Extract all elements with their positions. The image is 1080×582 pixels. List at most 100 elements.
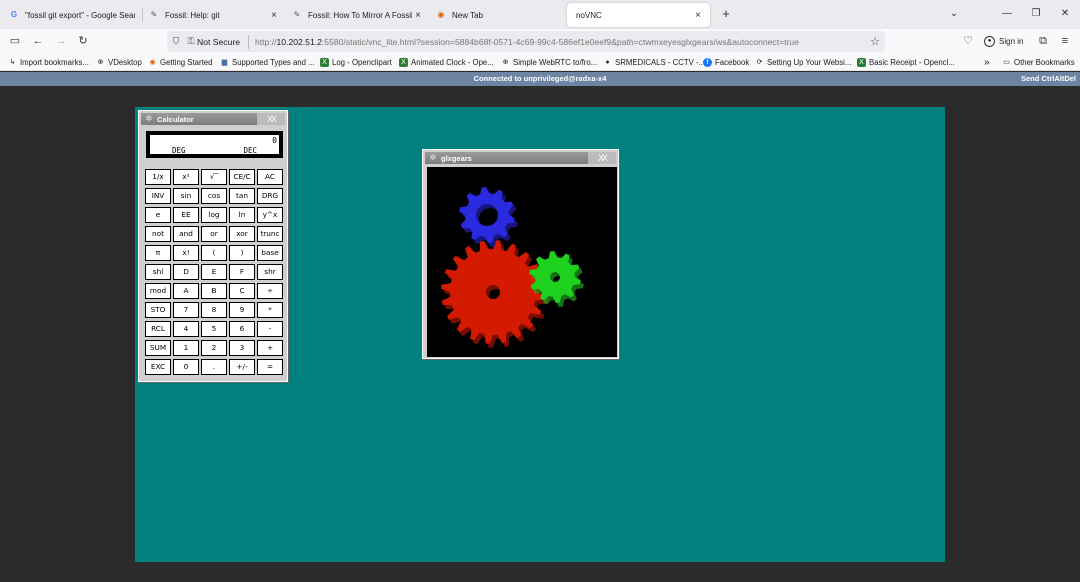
calc-key[interactable]: 0 — [173, 359, 199, 375]
calc-key[interactable]: + — [257, 340, 283, 356]
calc-key[interactable]: π — [145, 245, 171, 261]
calc-key[interactable]: SUM — [145, 340, 171, 356]
bookmark-import[interactable]: ↳ Import bookmarks... — [8, 56, 89, 69]
calc-key[interactable]: INV — [145, 188, 171, 204]
calc-key[interactable]: 3 — [229, 340, 255, 356]
bookmark-supported-types[interactable]: ▆ Supported Types and ... — [220, 56, 315, 69]
calc-key[interactable]: 1 — [173, 340, 199, 356]
calc-key[interactable]: sin — [173, 188, 199, 204]
tracking-shield-icon[interactable]: ⛉ — [167, 36, 185, 47]
calc-key[interactable]: EXC — [145, 359, 171, 375]
calc-key[interactable]: F — [229, 264, 255, 280]
calc-key[interactable]: AC — [257, 169, 283, 185]
calc-key[interactable]: base — [257, 245, 283, 261]
calc-key[interactable]: ln — [229, 207, 255, 223]
calculator-titlebar[interactable]: ✲ Calculator XX — [141, 113, 285, 125]
calc-key[interactable]: +/- — [229, 359, 255, 375]
calc-key[interactable]: STO — [145, 302, 171, 318]
other-bookmarks-folder[interactable]: ▭ Other Bookmarks — [1002, 56, 1074, 69]
calc-key[interactable]: E — [201, 264, 227, 280]
calc-key[interactable]: 8 — [201, 302, 227, 318]
sidebar-icon[interactable]: ▭ — [5, 32, 25, 51]
calc-key[interactable]: e — [145, 207, 171, 223]
calc-key[interactable]: or — [201, 226, 227, 242]
minimize-icon[interactable]: — — [994, 4, 1020, 24]
calc-key[interactable]: D — [173, 264, 199, 280]
calc-key[interactable]: * — [257, 302, 283, 318]
calc-key[interactable]: A — [173, 283, 199, 299]
bookmark-log-openclipart[interactable]: X Log - Openclipart — [320, 56, 392, 69]
calc-key[interactable]: x! — [173, 245, 199, 261]
calc-key[interactable]: . — [201, 359, 227, 375]
calc-key[interactable]: 4 — [173, 321, 199, 337]
calc-key[interactable]: and — [173, 226, 199, 242]
tab-new-tab[interactable]: ◉ New Tab — [430, 3, 566, 27]
calc-key[interactable]: DRG — [257, 188, 283, 204]
tab-close-icon[interactable]: × — [692, 10, 704, 21]
calc-key[interactable]: C — [229, 283, 255, 299]
calc-key[interactable]: 1/x — [145, 169, 171, 185]
calc-key[interactable]: √‾ — [201, 169, 227, 185]
calc-key[interactable]: shr — [257, 264, 283, 280]
calc-key[interactable]: 7 — [173, 302, 199, 318]
tab-fossil-help-git[interactable]: ✎ Fossil: Help: git × — [143, 3, 286, 27]
calc-key[interactable]: ) — [229, 245, 255, 261]
window-menu-icon[interactable]: ✲ — [144, 114, 154, 124]
extensions-icon[interactable]: ⧉ — [1033, 32, 1053, 51]
calc-key[interactable]: 5 — [201, 321, 227, 337]
bookmark-srmedicals[interactable]: ● SRMEDICALS - CCTV -... — [603, 56, 705, 69]
bookmark-simple-webrtc[interactable]: ⊕ Simple WebRTC to/fro... — [501, 56, 598, 69]
calc-key[interactable]: ÷ — [257, 283, 283, 299]
tab-google-search[interactable]: G "fossil git export" - Google Sear — [3, 3, 141, 27]
app-menu-icon[interactable]: ≡ — [1055, 32, 1075, 51]
tab-fossil-mirror[interactable]: ✎ Fossil: How To Mirror A Fossil R × — [286, 3, 430, 27]
calc-key[interactable]: B — [201, 283, 227, 299]
not-secure-label[interactable]: Not Secure — [197, 37, 240, 47]
calc-key[interactable]: x² — [173, 169, 199, 185]
bookmark-star-icon[interactable]: ☆ — [865, 35, 885, 48]
restore-icon[interactable]: ❐ — [1023, 4, 1049, 24]
calc-key[interactable]: log — [201, 207, 227, 223]
tab-close-icon[interactable]: × — [412, 10, 424, 21]
calc-key[interactable]: EE — [173, 207, 199, 223]
calc-key[interactable]: - — [257, 321, 283, 337]
bookmarks-overflow-chevron-icon[interactable]: » — [984, 56, 990, 69]
tab-close-icon[interactable]: × — [268, 10, 280, 21]
calc-key[interactable]: y^x — [257, 207, 283, 223]
calc-key[interactable]: = — [257, 359, 283, 375]
window-menu-icon[interactable]: ✲ — [428, 153, 438, 163]
calc-key[interactable]: mod — [145, 283, 171, 299]
calc-key[interactable]: xor — [229, 226, 255, 242]
window-close-icon[interactable]: XX — [257, 113, 285, 125]
bookmark-animated-clock[interactable]: X Animated Clock - Ope... — [399, 56, 494, 69]
sign-in-button[interactable]: ● Sign in — [984, 34, 1023, 49]
list-tabs-chevron-down-icon[interactable]: ⌄ — [941, 4, 967, 24]
tab-novnc[interactable]: noVNC × — [567, 3, 710, 27]
calc-key[interactable]: cos — [201, 188, 227, 204]
address-bar[interactable]: ⛉ ⚿ Not Secure http://10.202.51.2:5580/s… — [167, 31, 885, 52]
bookmark-basic-receipt[interactable]: X Basic Receipt - Opencl... — [857, 56, 955, 69]
window-close-icon[interactable]: XX — [588, 152, 616, 164]
calculator-window[interactable]: ✲ Calculator XX 0 DEG DEC 1/x x² √‾ CE/C AC I… — [138, 110, 288, 382]
calc-key[interactable]: 6 — [229, 321, 255, 337]
calc-key[interactable]: ( — [201, 245, 227, 261]
calc-key[interactable]: RCL — [145, 321, 171, 337]
bookmark-setting-up-website[interactable]: ⟳ Setting Up Your Websi... — [755, 56, 852, 69]
bookmark-facebook[interactable]: f Facebook — [703, 56, 749, 69]
pocket-icon[interactable]: ♡ — [958, 32, 978, 51]
remote-desktop[interactable]: ✲ Calculator XX 0 DEG DEC 1/x x² √‾ CE/C AC I… — [135, 107, 945, 562]
insecure-lock-icon[interactable]: ⚿ — [185, 36, 197, 47]
window-close-icon[interactable]: ✕ — [1052, 4, 1078, 24]
calc-key[interactable]: not — [145, 226, 171, 242]
calc-key[interactable]: 2 — [201, 340, 227, 356]
calc-key[interactable]: CE/C — [229, 169, 255, 185]
calc-key[interactable]: shl — [145, 264, 171, 280]
calc-key[interactable]: 9 — [229, 302, 255, 318]
forward-arrow-icon[interactable]: → — [51, 32, 71, 51]
calc-key[interactable]: tan — [229, 188, 255, 204]
glxgears-window[interactable]: ✲ glxgears XX — [422, 149, 619, 359]
bookmark-getting-started[interactable]: ◉ Getting Started — [148, 56, 212, 69]
glxgears-titlebar[interactable]: ✲ glxgears XX — [425, 152, 616, 164]
reload-icon[interactable]: ↻ — [73, 32, 93, 51]
send-ctrl-alt-del-button[interactable]: Send CtrlAltDel — [1019, 72, 1078, 86]
